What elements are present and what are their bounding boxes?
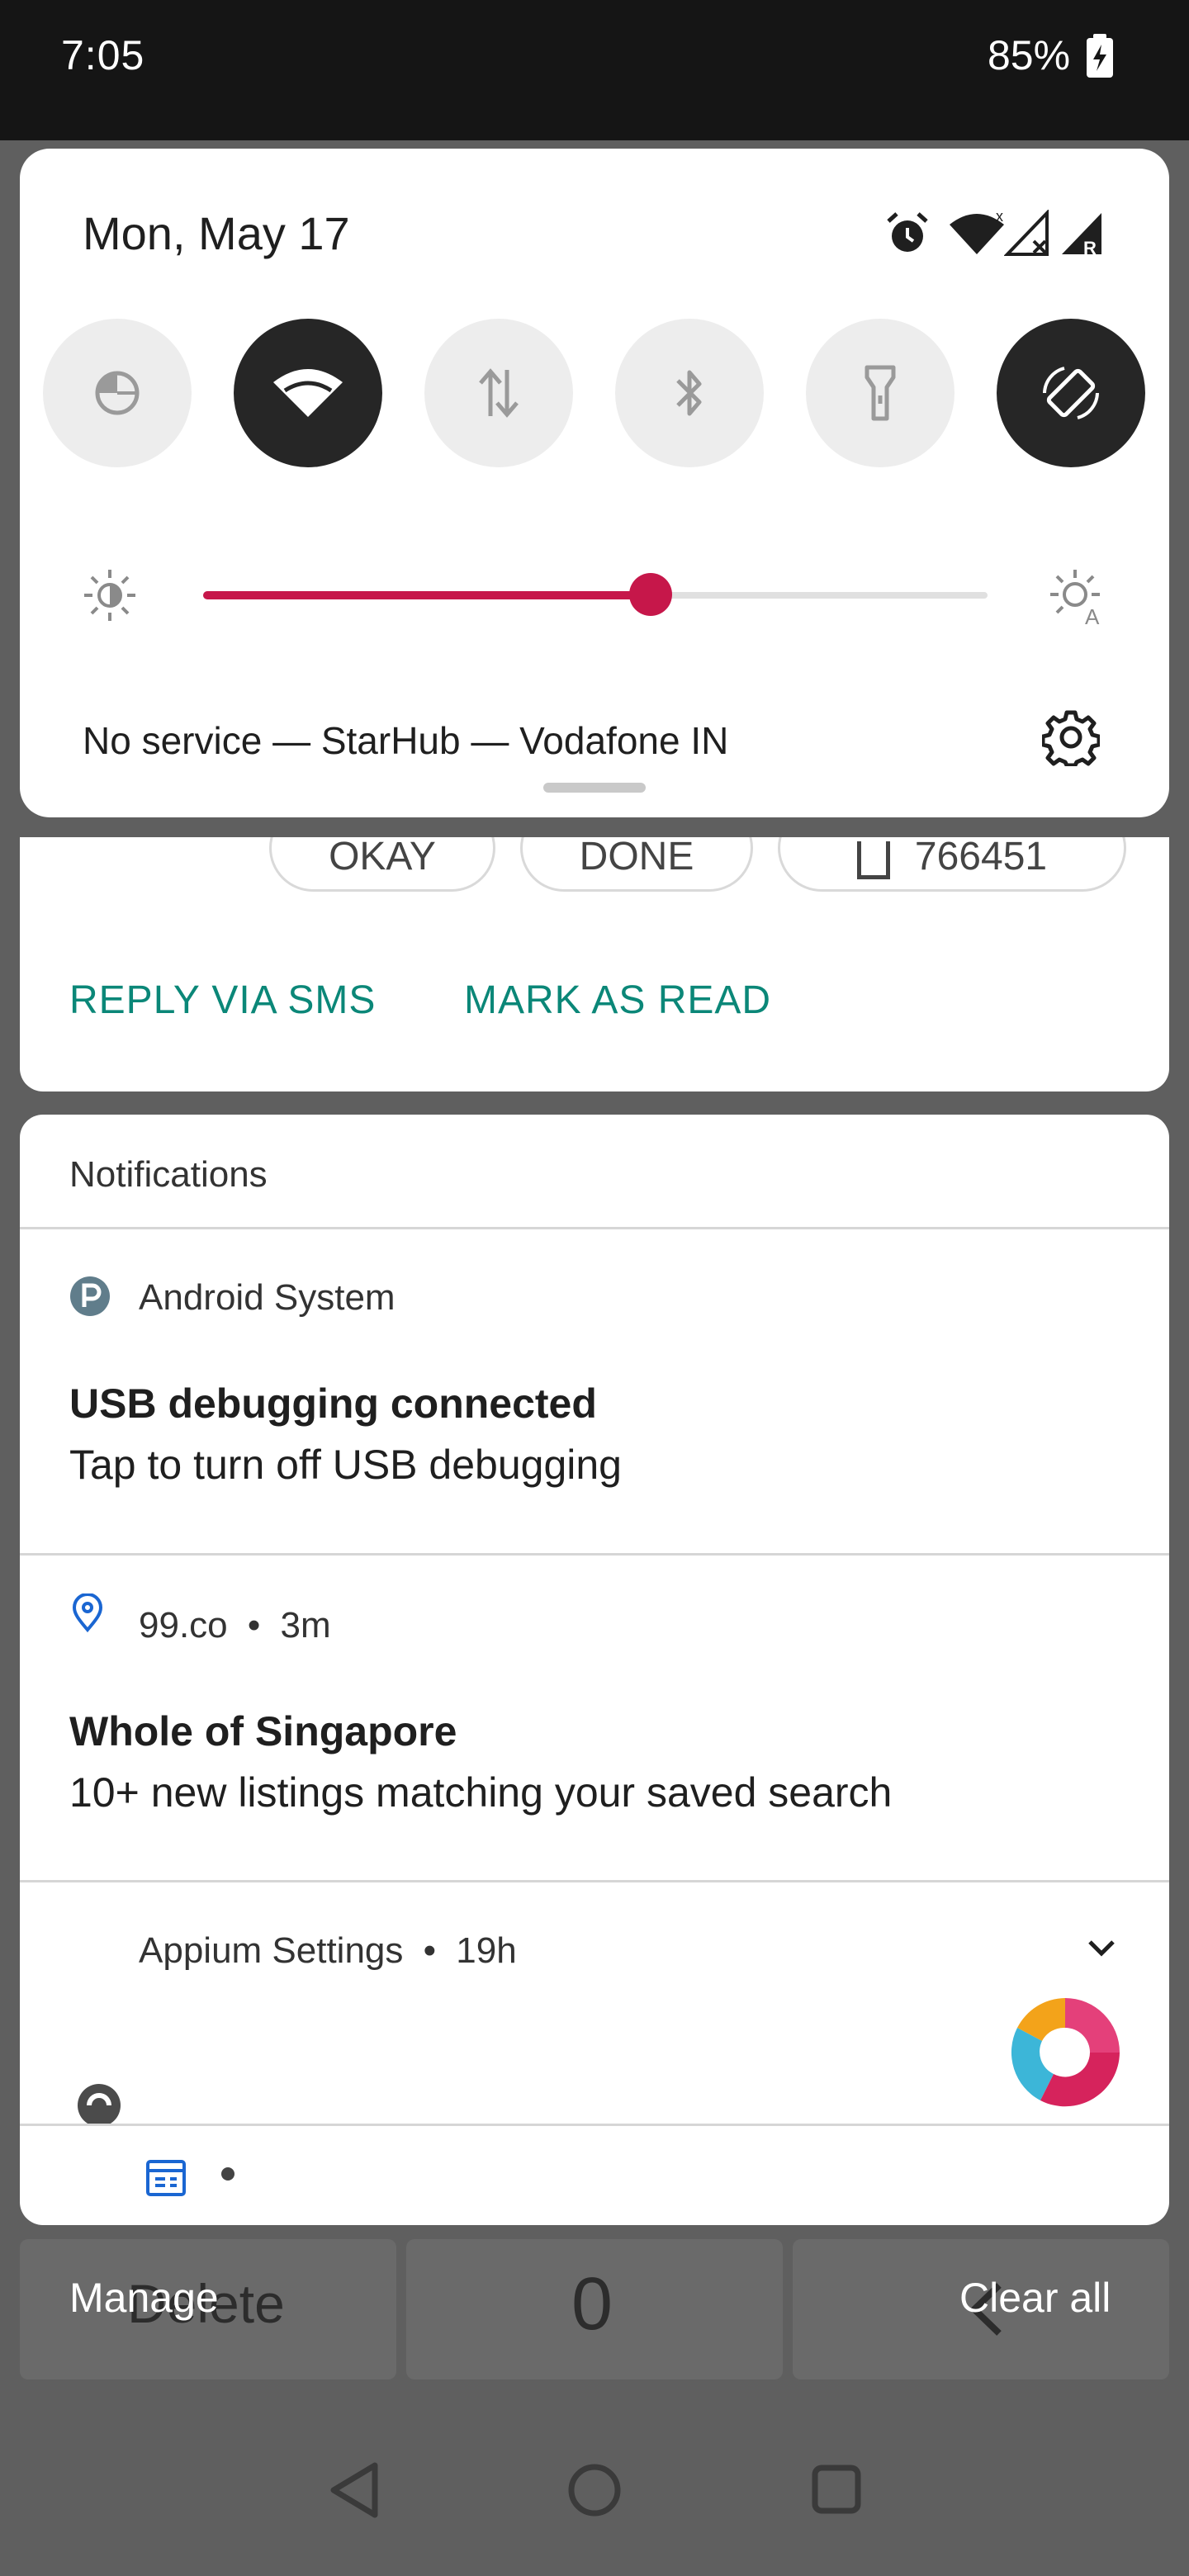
notification-99co[interactable]: 99.co • 3m Whole of Singapore 10+ new li… [20, 1556, 1169, 1880]
reply-via-sms-button[interactable]: REPLY VIA SMS [69, 978, 376, 1023]
location-pin-icon [71, 1593, 104, 1637]
bluetooth-icon [676, 370, 702, 416]
wifi-tile[interactable] [234, 319, 382, 467]
brightness-low-icon [83, 568, 137, 627]
svg-text:A: A [1085, 604, 1100, 626]
signal-no-service-icon [1003, 209, 1050, 262]
brightness-slider-thumb[interactable] [628, 573, 672, 616]
notification-title: Whole of Singapore [69, 1708, 457, 1754]
nav-recents-icon[interactable] [811, 2464, 862, 2519]
status-time: 7:05 [61, 32, 145, 78]
separator-bullet: • [423, 1930, 437, 1971]
notification-usb-debugging[interactable]: Android System USB debugging connected T… [20, 1229, 1169, 1553]
flashlight-icon [865, 365, 896, 421]
carrier-label: No service — StarHub — Vodafone IN [83, 719, 729, 762]
notification-appium-settings[interactable]: Appium Settings • 19h [20, 1882, 1169, 2130]
mobile-data-tile[interactable] [424, 319, 573, 467]
brightness-slider-fill [203, 591, 651, 599]
manage-button[interactable]: Manage [69, 2274, 219, 2322]
app-name-row: Appium Settings • 19h [139, 1930, 517, 1972]
mark-as-read-button[interactable]: MARK AS READ [464, 978, 771, 1023]
notification-time: 19h [456, 1930, 517, 1971]
qs-date: Mon, May 17 [83, 207, 350, 259]
settings-gear-icon[interactable] [1040, 708, 1101, 770]
copy-code-label: 766451 [914, 837, 1048, 878]
copy-code-chip[interactable]: 766451 [778, 837, 1126, 892]
app-name-row: 99.co • 3m [139, 1605, 331, 1646]
sms-notification-card: OKAY DONE 766451 REPLY VIA SMS MARK AS R… [20, 837, 1169, 1091]
smart-reply-chip-done[interactable]: DONE [520, 837, 753, 892]
smart-reply-chip-okay[interactable]: OKAY [269, 837, 495, 892]
svg-text:x: x [996, 210, 1003, 225]
signal-roaming-icon: R [1060, 210, 1106, 262]
app-name: Appium Settings [139, 1930, 404, 1971]
appium-logo-icon [1007, 1995, 1123, 2114]
flashlight-tile[interactable] [806, 319, 955, 467]
auto-rotate-tile[interactable] [997, 319, 1145, 467]
notification-time: 3m [280, 1605, 331, 1646]
data-saver-icon [95, 371, 140, 415]
calendar-icon [145, 2159, 187, 2201]
android-system-icon [69, 1276, 111, 1321]
mobile-data-icon [479, 368, 519, 418]
svg-text:R: R [1083, 238, 1097, 258]
alarm-icon [883, 210, 931, 262]
wifi-status-icon: x [948, 208, 1006, 260]
panel-drag-handle[interactable] [543, 783, 646, 793]
brightness-auto-icon[interactable]: A [1049, 566, 1108, 630]
notification-text: 10+ new listings matching your saved sea… [69, 1769, 893, 1816]
expand-chevron-icon[interactable] [1085, 1935, 1118, 1964]
silent-notifications-row[interactable] [20, 2124, 1169, 2225]
data-saver-tile[interactable] [43, 319, 192, 467]
notifications-section-title: Notifications [69, 1154, 268, 1195]
more-indicator-dot [221, 2167, 234, 2181]
bg-zero-key: 0 [406, 2239, 783, 2379]
bluetooth-tile[interactable] [615, 319, 764, 467]
notification-title: USB debugging connected [69, 1380, 597, 1427]
battery-percentage: 85% [988, 32, 1071, 78]
nav-home-icon[interactable] [566, 2462, 623, 2522]
notifications-card: Notifications Android System USB debuggi… [20, 1115, 1169, 2223]
wifi-icon [273, 369, 343, 417]
app-name: Android System [139, 1277, 396, 1318]
copy-icon [856, 841, 890, 879]
nav-back-icon[interactable] [327, 2460, 381, 2524]
auto-rotate-icon [1043, 367, 1099, 419]
app-name: 99.co [139, 1605, 228, 1646]
notification-text: Tap to turn off USB debugging [69, 1442, 622, 1488]
separator-bullet: • [247, 1605, 261, 1646]
clear-all-button[interactable]: Clear all [959, 2274, 1111, 2322]
battery-charging-icon [1082, 33, 1118, 83]
